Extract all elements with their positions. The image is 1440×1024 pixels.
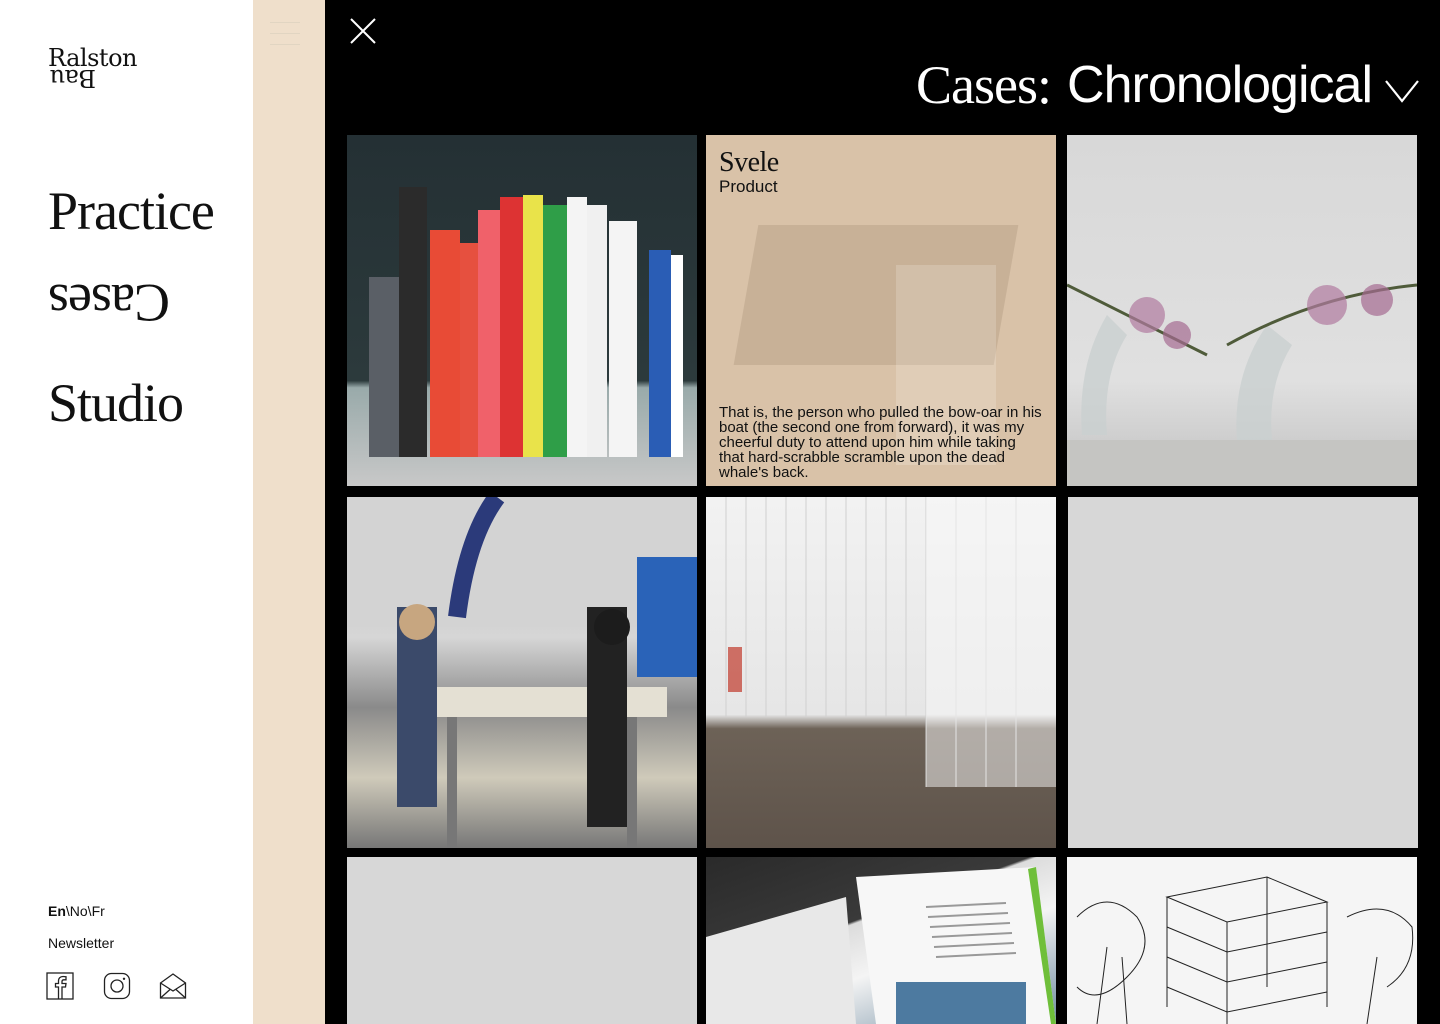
sort-selector[interactable]: Chronological [1067, 55, 1373, 115]
brand-line-2: Bau [50, 64, 96, 92]
sketch-image [1076, 876, 1414, 1024]
flowers-image [1067, 283, 1417, 486]
case-tile-flowers[interactable] [1067, 135, 1417, 486]
nav-practice[interactable]: Practice [48, 184, 215, 238]
nav-cases[interactable]: Cases [49, 273, 170, 333]
books-image [369, 187, 683, 457]
menu-lines-icon [270, 22, 300, 48]
language-switcher[interactable]: En\No\Fr [48, 903, 105, 919]
cases-heading: Cases: Chronological [916, 54, 1420, 116]
cases-overlay: Cases: Chronological Svele Product That … [325, 0, 1440, 1024]
case-tile-svele[interactable]: Svele Product That is, the person who pu… [706, 135, 1056, 486]
case-tile-facade[interactable] [706, 497, 1056, 848]
case-tile-placeholder[interactable] [1068, 497, 1418, 848]
facebook-icon[interactable] [46, 972, 74, 1000]
lang-others[interactable]: \No\Fr [66, 903, 105, 919]
facade-image [725, 497, 1056, 787]
magazine-image [706, 867, 1056, 1024]
heading-prefix: Cases: [916, 55, 1052, 115]
instagram-icon[interactable] [103, 972, 131, 1000]
sidebar: Ralston Bau Practice Cases Studio En\No\… [0, 0, 253, 1024]
side-strip [253, 0, 325, 1024]
case-title: Svele [719, 147, 779, 178]
case-tile-sketch[interactable] [1067, 857, 1417, 1024]
case-tile-placeholder[interactable] [347, 857, 697, 1024]
case-description: That is, the person who pulled the bow-o… [719, 404, 1042, 481]
nav-studio[interactable]: Studio [48, 376, 184, 430]
newsletter-link[interactable]: Newsletter [48, 935, 114, 951]
mail-icon[interactable] [159, 972, 187, 1000]
workshop-image [347, 497, 697, 848]
brand-logo[interactable]: Ralston Bau [48, 46, 137, 92]
case-tile-books[interactable] [347, 135, 697, 486]
case-tile-magazine[interactable] [706, 857, 1056, 1024]
close-icon[interactable] [348, 16, 378, 46]
chevron-down-icon[interactable] [1384, 77, 1420, 105]
case-category: Product [719, 177, 778, 196]
lang-en[interactable]: En [48, 903, 66, 919]
case-tile-workshop[interactable] [347, 497, 697, 848]
